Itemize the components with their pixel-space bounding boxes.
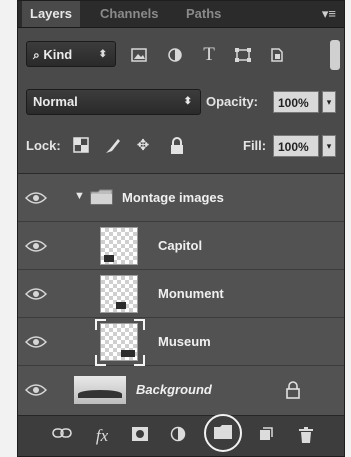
new-group-icon[interactable] xyxy=(213,424,233,444)
link-layers-icon[interactable] xyxy=(52,426,72,446)
layer-name: Montage images xyxy=(122,190,224,205)
fill-label: Fill: xyxy=(243,138,267,153)
selection-corner xyxy=(134,355,145,366)
lock-row: Lock: ✥ Fill: 100% ▾ xyxy=(18,133,344,161)
layer-name: Background xyxy=(136,382,212,397)
visibility-eye-icon[interactable] xyxy=(25,334,47,350)
expand-triangle-icon[interactable]: ▼ xyxy=(74,190,85,202)
filter-kind-select[interactable]: ⌕ Kind ⬍ xyxy=(26,41,116,67)
lock-label: Lock: xyxy=(26,138,61,153)
type-filter-icon[interactable]: T xyxy=(200,45,218,64)
folder-icon xyxy=(90,188,114,211)
mask-icon[interactable] xyxy=(130,426,150,446)
lock-image-pixels-icon[interactable] xyxy=(104,137,122,155)
visibility-eye-icon[interactable] xyxy=(25,286,47,302)
layer-row-monument[interactable]: Monument xyxy=(18,270,344,318)
layer-row-capitol[interactable]: Capitol xyxy=(18,222,344,270)
filter-toggle-switch[interactable] xyxy=(330,40,340,70)
trash-icon[interactable] xyxy=(296,426,316,446)
fill-field[interactable]: 100% xyxy=(273,135,319,157)
select-arrows-icon: ⬍ xyxy=(98,49,107,60)
blend-mode-value: Normal xyxy=(33,94,78,109)
tab-channels[interactable]: Channels xyxy=(92,1,167,27)
panel-menu-icon[interactable]: ▾≡ xyxy=(322,6,336,22)
blend-mode-select[interactable]: Normal ⬍ xyxy=(26,89,201,115)
layers-toolbar: fx xyxy=(18,414,344,456)
lock-all-icon[interactable] xyxy=(168,137,186,155)
pixel-filter-icon[interactable] xyxy=(130,47,148,63)
layers-panel: Layers Channels Paths ▾≡ ⌕ Kind ⬍ T Norm… xyxy=(17,0,345,457)
layer-thumbnail xyxy=(100,275,138,313)
layer-row-background[interactable]: Background xyxy=(18,366,344,414)
selection-corner xyxy=(134,319,145,330)
layer-name: Museum xyxy=(158,334,211,349)
lock-position-icon[interactable]: ✥ xyxy=(134,137,152,155)
fx-icon[interactable]: fx xyxy=(92,426,112,446)
layer-name: Capitol xyxy=(158,238,203,253)
adjustment-filter-icon[interactable] xyxy=(166,47,184,63)
layer-row-museum[interactable]: Museum xyxy=(18,318,344,366)
layer-row-montage-images[interactable]: ▼ Montage images xyxy=(18,174,344,222)
opacity-dropdown-button[interactable]: ▾ xyxy=(322,91,336,113)
visibility-eye-icon[interactable] xyxy=(25,382,47,398)
opacity-field[interactable]: 100% xyxy=(273,91,319,113)
background-thumbnail xyxy=(74,376,126,404)
selection-corner xyxy=(95,319,106,330)
new-layer-icon[interactable] xyxy=(256,426,276,446)
lock-icon xyxy=(286,381,300,404)
tab-layers[interactable]: Layers xyxy=(22,1,80,27)
layer-filter-row: ⌕ Kind ⬍ T xyxy=(18,38,344,72)
search-icon: ⌕ xyxy=(33,48,40,62)
panel-tab-bar: Layers Channels Paths ▾≡ xyxy=(18,1,344,28)
select-arrows-icon: ⬍ xyxy=(183,96,192,107)
filter-kind-label: Kind xyxy=(43,47,73,62)
fill-dropdown-button[interactable]: ▾ xyxy=(322,135,336,157)
blend-row: Normal ⬍ Opacity: 100% ▾ xyxy=(18,89,344,117)
shape-filter-icon[interactable] xyxy=(234,47,252,63)
smart-object-filter-icon[interactable] xyxy=(268,47,286,63)
visibility-eye-icon[interactable] xyxy=(25,238,47,254)
selection-corner xyxy=(95,355,106,366)
visibility-eye-icon[interactable] xyxy=(25,190,47,206)
tab-paths[interactable]: Paths xyxy=(178,1,229,27)
opacity-label: Opacity: xyxy=(206,94,259,109)
adjustment-layer-icon[interactable] xyxy=(168,426,188,446)
layer-thumbnail xyxy=(100,227,138,265)
layer-name: Monument xyxy=(158,286,224,301)
lock-transparent-pixels-icon[interactable] xyxy=(72,137,90,155)
layers-list: ▼ Montage images Capitol Monument Museum… xyxy=(18,173,344,418)
